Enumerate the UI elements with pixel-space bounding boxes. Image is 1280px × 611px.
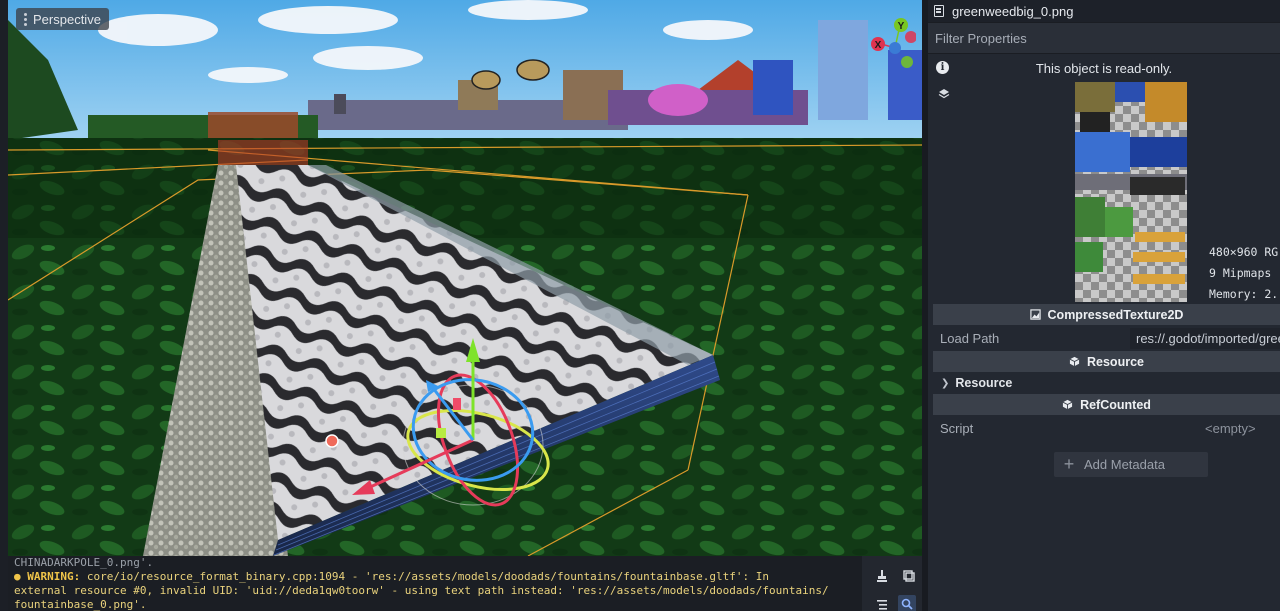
cube-icon (1062, 399, 1073, 410)
layers-icon (938, 89, 950, 99)
axis-x-label: X (875, 40, 882, 51)
load-path-row: Load Path res://.godot/imported/greenwee… (928, 325, 1280, 351)
collapse-messages-button[interactable] (873, 596, 891, 611)
axis-y-label: Y (898, 21, 905, 32)
filter-properties-input[interactable]: Filter Properties (928, 22, 1280, 54)
console-line-1: core/io/resource_format_binary.cpp:1094 … (80, 570, 769, 583)
readonly-notice: i This object is read-only. (928, 54, 1280, 82)
texture-memory: Memory: 2. (1209, 287, 1279, 301)
perspective-label: Perspective (33, 11, 101, 27)
info-icon: i (936, 61, 949, 74)
clear-output-button[interactable] (873, 567, 891, 585)
chevron-right-icon: ❯ (941, 377, 950, 389)
section-resource[interactable]: Resource (933, 351, 1280, 372)
script-value[interactable]: <empty> (1205, 421, 1256, 436)
texture-size: 480×960 RG (1209, 245, 1279, 259)
scene-render (8, 0, 922, 556)
copy-icon (903, 570, 915, 582)
file-icon (934, 5, 944, 17)
inspector-panel: greenweedbig_0.png Filter Properties i T… (928, 0, 1280, 611)
editor-window: Perspective Y X greenweedbig_0.png Filte… (0, 0, 1280, 611)
inspector-resource-header[interactable]: greenweedbig_0.png (928, 0, 1280, 22)
texture-preview-row: 480×960 RG 9 Mipmaps Memory: 2. (928, 82, 1280, 304)
axis-neg-x-handle (905, 31, 916, 43)
cube-icon (1069, 356, 1080, 367)
axis-z-handle (889, 42, 901, 54)
search-icon (901, 598, 913, 610)
resource-group-label: Resource (955, 376, 1013, 390)
texture-info: 480×960 RG 9 Mipmaps Memory: 2. (1209, 242, 1278, 305)
output-console[interactable]: CHINADARKPOLE_0.png'. ● WARNING: core/io… (8, 556, 922, 611)
readonly-text: This object is read-only. (1035, 60, 1173, 76)
console-toolbar (862, 556, 922, 611)
search-output-button[interactable] (898, 595, 916, 611)
orientation-gizmo[interactable]: Y X (850, 8, 916, 78)
section-compressed-label: CompressedTexture2D (1047, 307, 1184, 322)
texture-thumbnail[interactable] (1075, 82, 1187, 302)
menu-dots-icon (24, 12, 27, 26)
list-icon (877, 600, 887, 610)
add-metadata-label: Add Metadata (1084, 457, 1165, 472)
broom-icon (877, 570, 887, 582)
console-log: CHINADARKPOLE_0.png'. ● WARNING: core/io… (14, 556, 864, 611)
section-refcounted[interactable]: RefCounted (933, 394, 1280, 415)
console-line-2: external resource #0, invalid UID: 'uid:… (14, 584, 829, 597)
resource-name: greenweedbig_0.png (952, 3, 1074, 19)
texture-mipmaps: 9 Mipmaps (1209, 266, 1272, 280)
load-path-field[interactable]: res://.godot/imported/greenweedbig_0.png (1130, 328, 1280, 349)
copy-output-button[interactable] (900, 567, 918, 585)
plus-icon: + (1063, 454, 1075, 474)
axis-neg-y-handle (901, 56, 913, 68)
section-refcounted-label: RefCounted (1080, 397, 1151, 412)
image-icon (1029, 309, 1041, 320)
script-row: Script <empty> (928, 415, 1280, 441)
load-path-label: Load Path (940, 330, 1000, 346)
section-resource-label: Resource (1087, 354, 1144, 369)
warning-prefix: ● WARNING: (14, 570, 81, 583)
resource-group-toggle[interactable]: ❯ Resource (933, 372, 1280, 394)
section-compressedtexture2d[interactable]: CompressedTexture2D (933, 304, 1280, 325)
console-line-3: fountainbase_0.png'. (14, 598, 147, 611)
console-line-0: CHINADARKPOLE_0.png'. (14, 556, 154, 569)
script-label: Script (940, 420, 974, 436)
3d-viewport[interactable]: Perspective Y X (8, 0, 922, 556)
left-dock-edge (0, 0, 8, 611)
filter-placeholder: Filter Properties (935, 30, 1027, 46)
perspective-button[interactable]: Perspective (16, 8, 109, 30)
add-metadata-button[interactable]: + Add Metadata (1054, 452, 1208, 477)
